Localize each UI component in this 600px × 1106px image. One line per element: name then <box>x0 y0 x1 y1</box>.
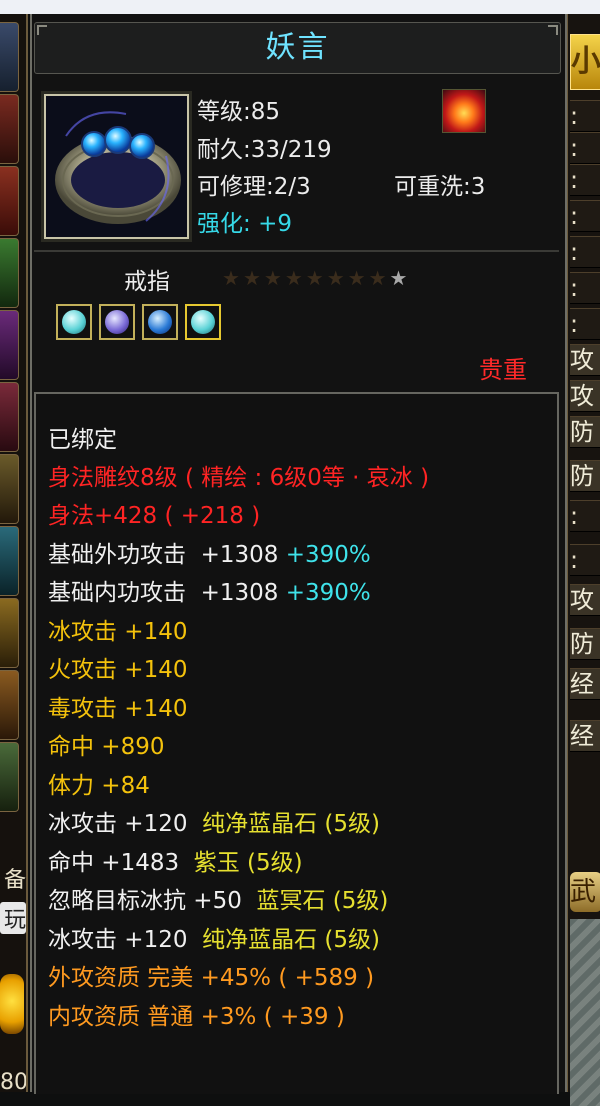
item-level: 等级:85 <box>197 99 281 125</box>
star-icon: ★ <box>389 266 411 290</box>
title-bar: 妖言 <box>34 22 561 74</box>
emoji-face-icon[interactable] <box>0 974 24 1034</box>
equipment-slot[interactable] <box>0 382 19 452</box>
attr-percent: +390% <box>285 542 371 568</box>
outer-attack-attr: 基础外功攻击 +1308 +390% <box>48 535 371 569</box>
stamina-attr: 体力 +84 <box>48 773 150 799</box>
ice-gem-icon <box>185 304 221 340</box>
gem-bonus-1: 冰攻击 +120 纯净蓝晶石 (5级) <box>48 804 380 838</box>
right-bottom-button[interactable]: 武 <box>570 872 600 912</box>
right-panel-row: 防 <box>570 416 600 448</box>
right-panel-row: : <box>570 164 600 196</box>
item-enhance: 强化: +9 <box>197 204 292 238</box>
hit-attr: 命中 +890 <box>48 734 165 760</box>
left-number: 80 <box>0 1070 26 1095</box>
gem-bonus-text: 命中 +1483 <box>48 850 180 876</box>
gem-name: 蓝冥石 (5级) <box>256 888 389 914</box>
right-panel-row: 攻 <box>570 584 600 616</box>
equipment-slot[interactable] <box>0 454 19 524</box>
fire-element-icon <box>442 89 486 133</box>
right-panel-row: : <box>570 272 600 304</box>
gem-name: 纯净蓝晶石 (5级) <box>202 811 380 837</box>
equipment-slot[interactable] <box>0 526 19 596</box>
attr-value: +1308 <box>200 542 279 568</box>
right-character-bar: 小 :::::::攻攻防防::攻防经经 武 <box>566 14 600 1106</box>
equipment-slot[interactable] <box>0 166 19 236</box>
gem-bonus-text: 冰攻击 +120 <box>48 811 188 837</box>
gem-bonus-4: 冰攻击 +120 纯净蓝晶石 (5级) <box>48 920 380 954</box>
attr-label: 基础外功攻击 <box>48 542 186 568</box>
item-icon <box>44 94 189 239</box>
poison-attack-attr: 毒攻击 +140 <box>48 696 188 722</box>
equipment-slot[interactable] <box>0 22 19 92</box>
star-rating: ★★★★★★★★★ <box>222 266 410 290</box>
gem-bonus-3: 忽略目标冰抗 +50 蓝冥石 (5级) <box>48 881 388 915</box>
right-panel-row: : <box>570 132 600 164</box>
star-icon: ★ <box>368 266 390 290</box>
gem-bonus-text: 冰攻击 +120 <box>48 927 188 953</box>
right-panel-row: : <box>570 200 600 232</box>
blue-gem-icon <box>142 304 178 340</box>
right-panel-row: 防 <box>570 628 600 660</box>
engraving-attr: 身法雕纹8级 ( 精绘 : 6级0等 · 哀冰 ) <box>48 465 430 491</box>
inner-attack-attr: 基础内功攻击 +1308 +390% <box>48 573 371 607</box>
right-panel-row: : <box>570 308 600 340</box>
star-icon: ★ <box>222 266 243 290</box>
right-panel-row: : <box>570 500 600 532</box>
bound-status: 已绑定 <box>48 427 117 453</box>
divider <box>34 250 559 252</box>
star-icon: ★ <box>326 266 348 290</box>
right-panel-row: : <box>570 236 600 268</box>
star-icon: ★ <box>263 266 285 290</box>
right-panel-row: 攻 <box>570 380 600 412</box>
item-type: 戒指 <box>124 269 170 295</box>
rarity-label: 贵重 <box>479 356 527 384</box>
right-panel-row: 防 <box>570 460 600 492</box>
item-durability: 耐久:33/219 <box>197 137 332 163</box>
gem-name: 纯净蓝晶石 (5级) <box>202 927 380 953</box>
item-tooltip-panel: 妖言 等级:85 耐久:33/219 可修理:2/3 可重洗:3 强化: +9 … <box>30 14 567 1094</box>
equipment-slot[interactable] <box>0 310 19 380</box>
left-equipment-bar: 备 玩 80 <box>0 14 28 1095</box>
attr-value: +1308 <box>200 580 279 606</box>
right-panel-row: 攻 <box>570 344 600 376</box>
enhance-value: +9 <box>258 211 292 237</box>
gem-bonus-2: 命中 +1483 紫玉 (5级) <box>48 843 303 877</box>
outer-quality-attr: 外攻资质 完美 +45% ( +589 ) <box>48 965 375 991</box>
left-label-a: 备 <box>3 868 26 893</box>
inner-quality-attr: 内攻资质 普通 +3% ( +39 ) <box>48 1004 345 1030</box>
enhance-label: 强化: <box>197 211 251 237</box>
star-icon: ★ <box>305 266 327 290</box>
minimap-fragment <box>570 919 600 1106</box>
ice-attack-attr: 冰攻击 +140 <box>48 619 188 645</box>
equipment-slot[interactable] <box>0 670 19 740</box>
attributes-box: 已绑定 身法雕纹8级 ( 精绘 : 6级0等 · 哀冰 ) 身法+428 ( +… <box>34 392 559 1094</box>
top-strip <box>0 0 600 14</box>
left-label-b[interactable]: 玩 <box>0 902 26 934</box>
item-repairable: 可修理:2/3 <box>197 174 311 200</box>
right-panel-row: : <box>570 544 600 576</box>
gem-bonus-text: 忽略目标冰抗 +50 <box>48 888 242 914</box>
equipment-slot[interactable] <box>0 238 19 308</box>
equipment-slot[interactable] <box>0 742 19 812</box>
ice-gem-icon <box>56 304 92 340</box>
star-icon: ★ <box>242 266 264 290</box>
right-panel-row: : <box>570 100 600 132</box>
item-name: 妖言 <box>265 30 330 65</box>
fire-attack-attr: 火攻击 +140 <box>48 657 188 683</box>
gem-name: 紫玉 (5级) <box>193 850 303 876</box>
attr-percent: +390% <box>285 580 371 606</box>
equipment-slot[interactable] <box>0 94 19 164</box>
right-panel-row: 经 <box>570 720 600 752</box>
ring-icon <box>46 96 187 237</box>
attr-label: 基础内功攻击 <box>48 580 186 606</box>
item-rewashable: 可重洗:3 <box>394 174 486 200</box>
right-panel-row: 经 <box>570 668 600 700</box>
agility-attr: 身法+428 ( +218 ) <box>48 503 261 529</box>
equipment-slot[interactable] <box>0 598 19 668</box>
right-top-button[interactable]: 小 <box>570 34 600 90</box>
star-icon: ★ <box>284 266 306 290</box>
star-icon: ★ <box>347 266 369 290</box>
purple-gem-icon <box>99 304 135 340</box>
